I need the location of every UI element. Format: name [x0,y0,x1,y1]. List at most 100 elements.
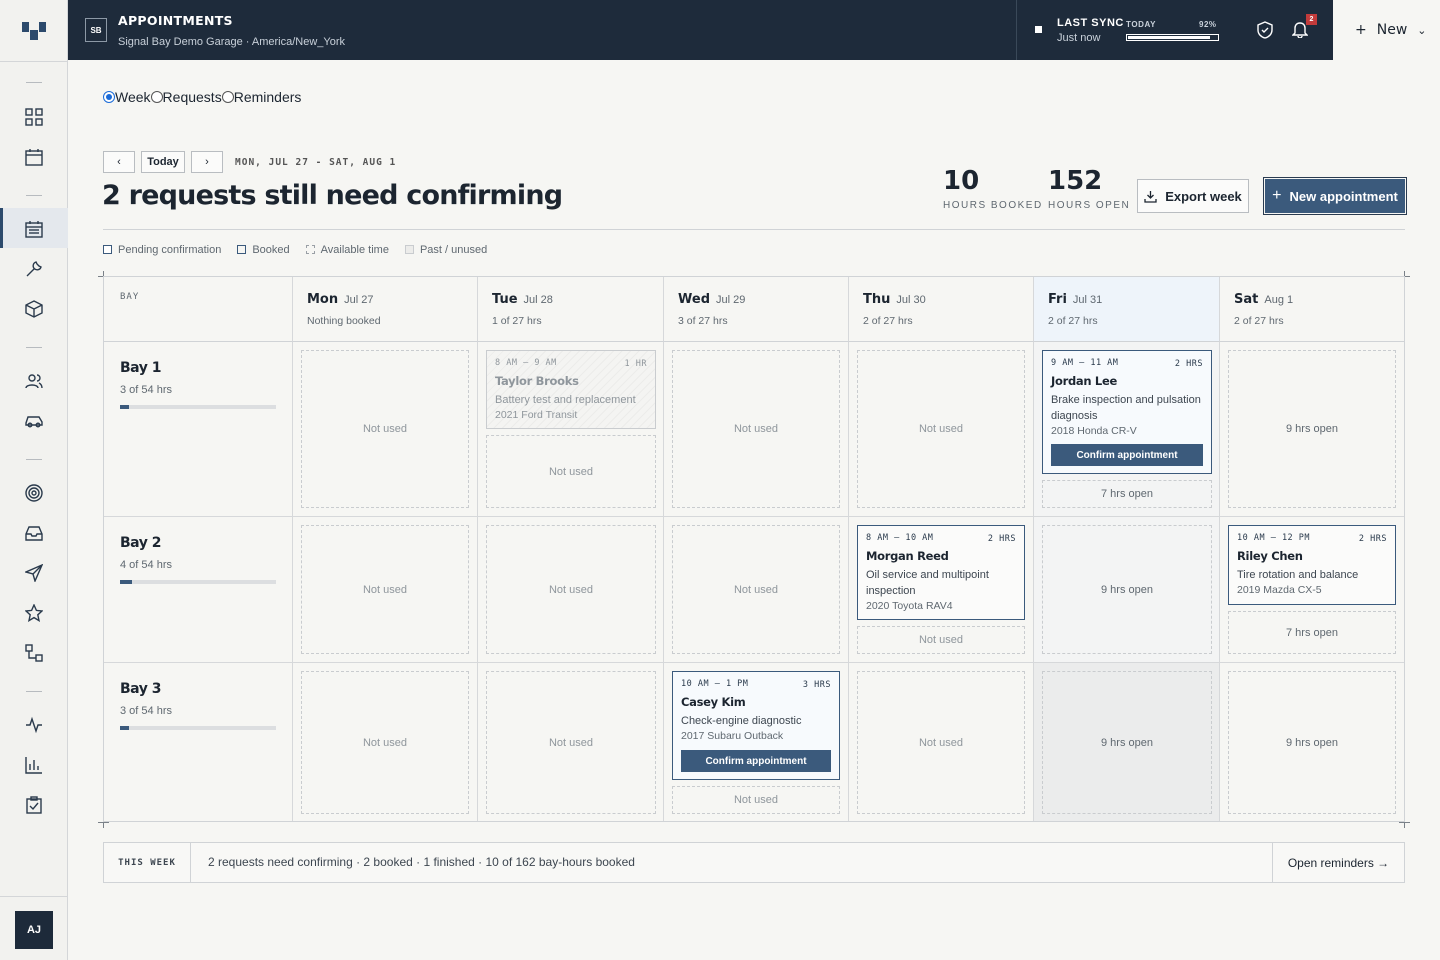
hours-booked-label: HOURS BOOKED [943,200,1043,211]
wrench-icon[interactable] [22,257,46,281]
customer-name: Jordan Lee [1051,374,1117,388]
rail-divider [26,82,42,83]
appointment-card-pending[interactable]: 9 AM – 11 AM 2 HRS Jordan Lee Brake insp… [1042,350,1212,474]
target-icon[interactable] [22,481,46,505]
confirm-appointment-button[interactable]: Confirm appointment [681,750,831,772]
user-avatar[interactable]: AJ [15,911,53,949]
export-week-label: Export week [1165,188,1242,204]
shield-icon[interactable] [1257,21,1273,44]
available-slot[interactable]: 9 hrs open [1042,525,1212,654]
available-slot[interactable]: 7 hrs open [1042,480,1212,508]
bay-name: Bay 2 [120,535,161,551]
radio-requests[interactable] [150,91,163,103]
summary-text: 2 requests need confirming · 2 booked · … [208,855,635,869]
bay-row-label: Bay 3 3 of 54 hrs [104,663,293,821]
appointments-calendar-icon[interactable] [22,217,46,241]
chevron-right-icon: › [205,156,209,168]
activity-icon[interactable] [22,713,46,737]
radio-week[interactable] [103,91,115,103]
chevron-down-icon: ⌄ [1417,23,1427,37]
appointment-duration: 2 HRS [1358,534,1387,544]
legend-item: Booked [237,244,290,256]
today-button[interactable]: Today [141,151,185,173]
service-description: Check-engine diagnostic [681,715,802,727]
bay-utilization-bar [120,580,276,584]
legend-item: Available time [305,244,389,256]
unused-slot: Not used [857,626,1025,654]
available-slot[interactable]: 9 hrs open [1228,350,1396,508]
headline: 2 requests still need confirming [102,180,563,211]
view-option-label[interactable]: Week [115,89,151,105]
open-reminders-link[interactable]: Open reminders → [1272,843,1404,882]
inbox-icon[interactable] [22,521,46,545]
appointment-duration: 3 HRS [802,680,831,690]
prev-week-button[interactable]: ‹ [103,151,135,173]
plus-icon: + [1355,22,1367,38]
service-description: Brake inspection and pulsation diagnosis [1051,394,1201,422]
available-slot[interactable]: 9 hrs open [1228,671,1396,814]
today-percent: 92% [1199,20,1217,29]
day-header-wed: Wed Jul 29 3 of 27 hrs [664,277,849,342]
customer-name: Riley Chen [1237,549,1303,563]
new-menu-button[interactable]: + New ⌄ [1333,0,1440,60]
available-slot[interactable]: 7 hrs open [1228,611,1396,654]
customer-name: Morgan Reed [866,549,949,563]
top-bar: SB APPOINTMENTS Signal Bay Demo Garage ·… [68,0,1333,60]
day-header-thu: Thu Jul 30 2 of 27 hrs [849,277,1034,342]
rail-divider [26,691,42,692]
clipboard-check-icon[interactable] [22,793,46,817]
week-summary: THIS WEEK 2 requests need confirming · 2… [103,842,1405,883]
day-header-fri-today: Fri Jul 31 2 of 27 hrs [1034,277,1220,342]
view-option-label[interactable]: Requests [163,89,222,105]
topbar-divider [1016,0,1017,60]
page-title: APPOINTMENTS [118,13,233,28]
appointment-card-booked[interactable]: 8 AM – 10 AM 2 HRS Morgan Reed Oil servi… [857,525,1025,620]
dashboard-icon[interactable] [22,105,46,129]
appointment-card-booked[interactable]: 10 AM – 12 PM 2 HRS Riley Chen Tire rota… [1228,525,1396,605]
unused-slot: Not used [857,350,1025,508]
appointment-card-pending[interactable]: 10 AM – 1 PM 3 HRS Casey Kim Check-engin… [672,671,840,780]
rail-divider [0,896,68,897]
hours-booked-value: 10 [943,166,980,196]
unused-slot: Not used [301,525,469,654]
vehicle: 2021 Ford Transit [495,409,578,421]
customer-name: Taylor Brooks [495,374,579,388]
unused-slot: Not used [486,671,656,814]
next-week-button[interactable]: › [191,151,223,173]
app-logo[interactable] [0,0,68,62]
appointment-duration: 2 HRS [987,534,1016,544]
bay-utilization-fill [120,405,129,409]
parts-box-icon[interactable] [22,297,46,321]
new-menu-label: New [1376,22,1408,38]
view-option-label[interactable]: Reminders [234,89,302,105]
vehicle: 2019 Mazda CX-5 [1237,584,1322,596]
bay-name: Bay 3 [120,681,161,697]
rail-divider [26,195,42,196]
unused-slot: Not used [672,525,840,654]
download-icon [1144,190,1157,203]
calendar-icon[interactable] [22,145,46,169]
star-icon[interactable] [22,601,46,625]
unused-slot: Not used [486,435,656,508]
bay-name: Bay 1 [120,360,161,376]
radio-reminders[interactable] [221,91,234,103]
bay-hours: 4 of 54 hrs [120,559,172,571]
service-description: Tire rotation and balance [1237,569,1359,581]
appointment-card-past[interactable]: 8 AM – 9 AM 1 HR Taylor Brooks Battery t… [486,350,656,429]
bar-chart-icon[interactable] [22,753,46,777]
unused-slot: Not used [486,525,656,654]
confirm-appointment-button[interactable]: Confirm appointment [1051,444,1203,466]
workflow-icon[interactable] [22,641,46,665]
new-appointment-label: New appointment [1289,188,1398,204]
customers-icon[interactable] [22,369,46,393]
send-icon[interactable] [22,561,46,585]
car-icon[interactable] [22,409,46,433]
available-slot[interactable]: 9 hrs open [1042,671,1212,814]
new-appointment-button[interactable]: + New appointment [1263,177,1407,215]
bay-utilization-bar [120,405,276,409]
export-week-button[interactable]: Export week [1137,179,1249,213]
today-progress-bar [1126,34,1219,41]
sync-label: LAST SYNC [1057,17,1124,29]
day-header-mon: Mon Jul 27 Nothing booked [293,277,478,342]
bay-utilization-fill [120,726,129,730]
